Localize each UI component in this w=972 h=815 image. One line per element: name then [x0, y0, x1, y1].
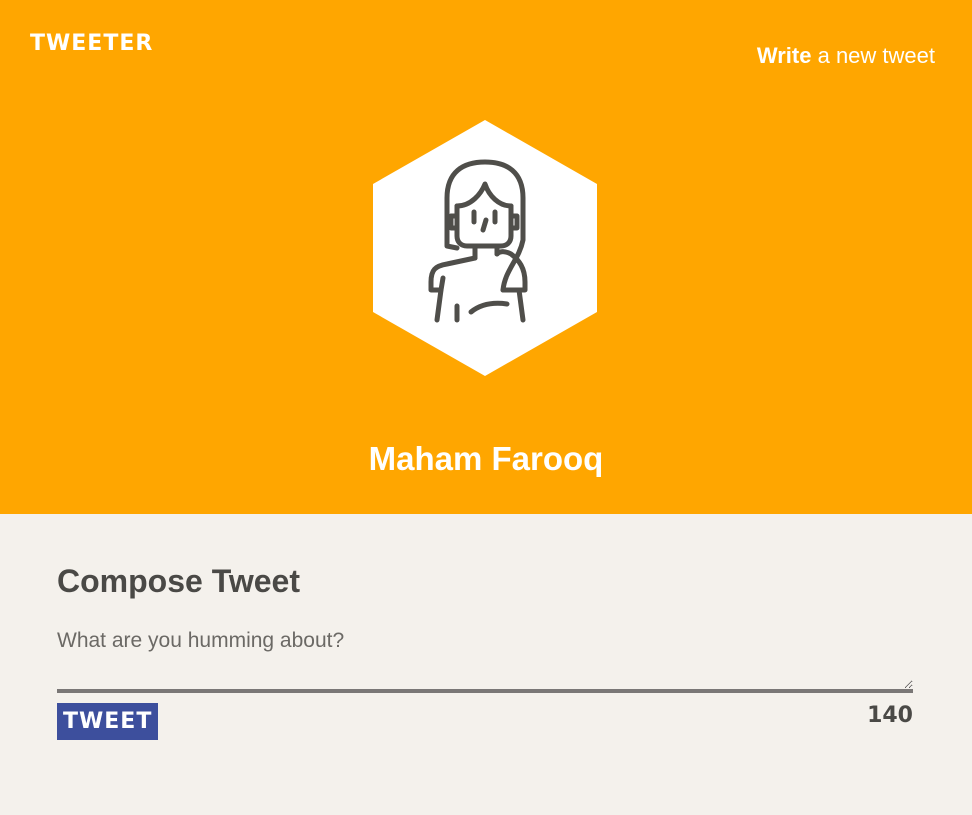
female-user-avatar-icon: [373, 120, 597, 376]
brand-logo[interactable]: TWEETER: [30, 31, 153, 56]
tweet-button[interactable]: TWEET: [57, 703, 159, 740]
compose-footer: TWEET 140: [57, 703, 913, 743]
user-avatar: [373, 120, 597, 376]
char-counter: 140: [867, 703, 913, 728]
tweet-input[interactable]: [57, 621, 913, 693]
compose-section: Compose Tweet TWEET 140: [57, 514, 913, 743]
write-link-strong: Write: [756, 43, 812, 68]
profile-header: TWEETER Write a new tweet Maham Farooq: [0, 0, 972, 514]
write-link-rest: a new tweet: [811, 43, 935, 68]
compose-title: Compose Tweet: [57, 563, 300, 599]
user-name: Maham Farooq: [368, 440, 604, 477]
write-new-tweet-link[interactable]: Write a new tweet: [757, 43, 935, 69]
